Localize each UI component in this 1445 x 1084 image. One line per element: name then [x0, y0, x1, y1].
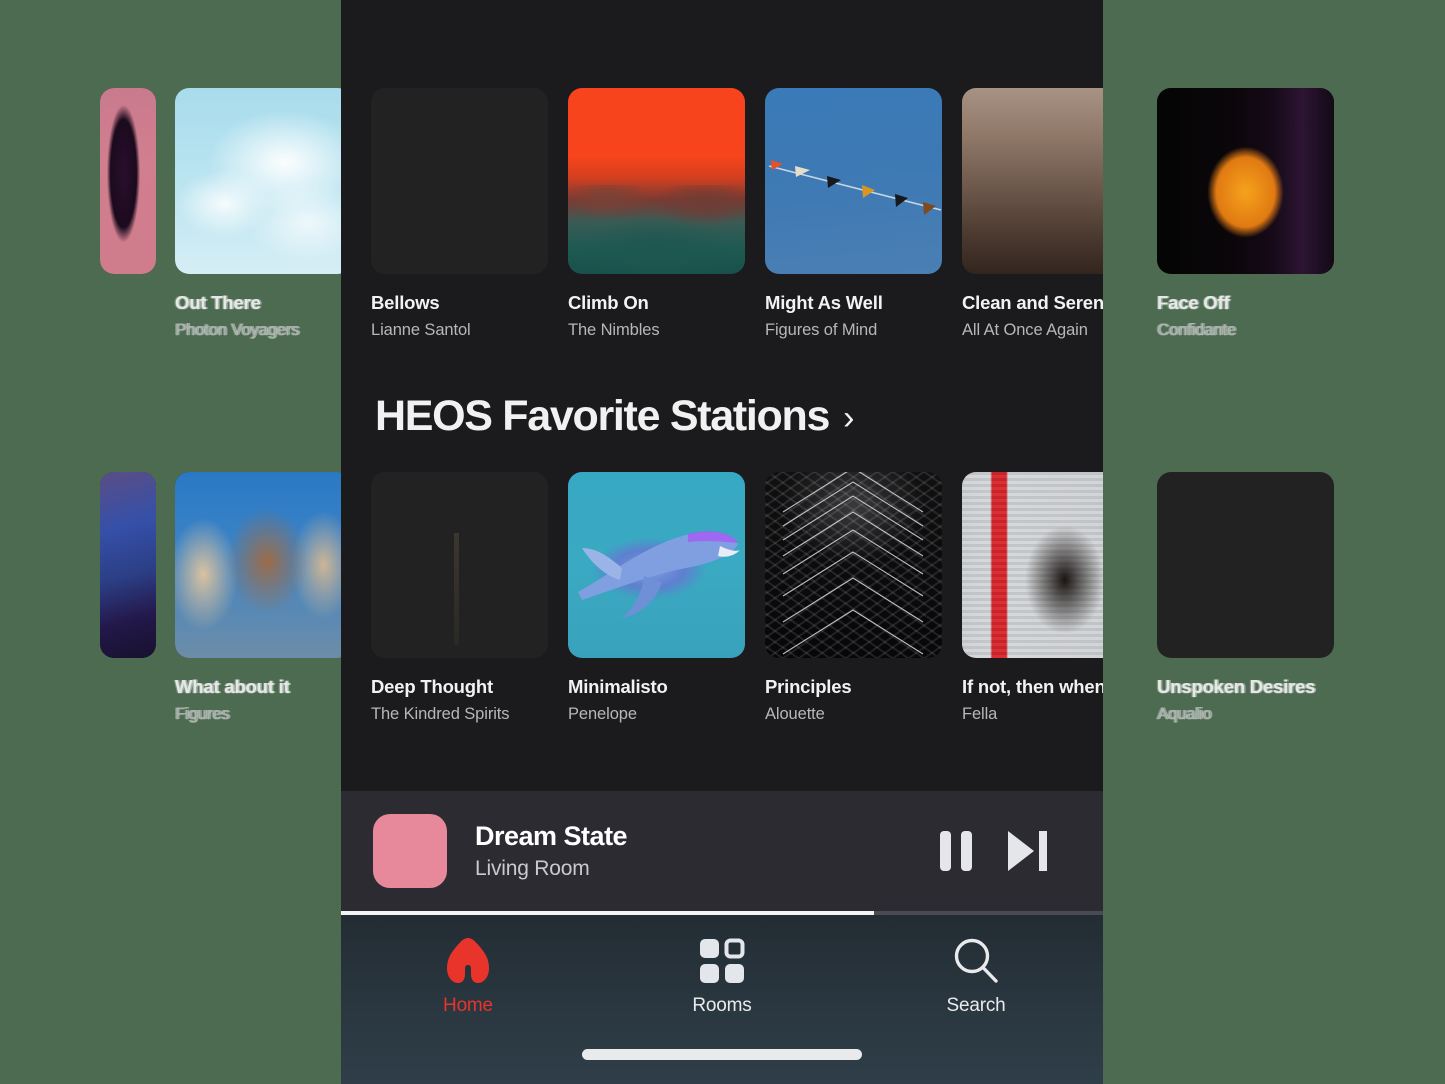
card-title: Climb On [568, 292, 649, 313]
card-artist: Fella [962, 705, 998, 723]
artwork-image [1157, 472, 1334, 658]
album-art[interactable] [568, 88, 745, 274]
now-playing-bar[interactable]: Dream State Living Room [341, 791, 1103, 911]
tab-home-label: Home [443, 995, 493, 1016]
album-art[interactable] [175, 88, 352, 274]
card-artist: Aqualio [1157, 705, 1212, 723]
search-icon [951, 935, 1001, 987]
pause-button[interactable] [940, 831, 972, 871]
card-might-as-well[interactable]: Might As Well Figures of Mind [765, 88, 942, 340]
now-playing-room: Living Room [475, 857, 590, 880]
section-title: HEOS Favorite Stations [375, 392, 830, 440]
card-deep-thought[interactable]: Deep Thought The Kindred Spirits [371, 472, 548, 724]
album-art[interactable] [371, 88, 548, 274]
now-playing-meta: Dream State Living Room [475, 821, 940, 881]
card-unspoken-desires[interactable]: Unspoken Desires Aqualio [1157, 472, 1334, 724]
card-bellows[interactable]: Bellows Lianne Santol [371, 88, 548, 340]
screenshot-root: Out There Photon Voyagers What about it … [0, 0, 1445, 1084]
bottom-tab-bar: Home Rooms Search [341, 915, 1103, 1084]
card-climb-on[interactable]: Climb On The Nimbles [568, 88, 745, 340]
artwork-image [371, 88, 548, 274]
album-art[interactable] [1157, 88, 1334, 274]
card-title: Minimalisto [568, 676, 668, 697]
card-title: Principles [765, 676, 852, 697]
card-principles[interactable]: Principles Alouette [765, 472, 942, 724]
artwork-image [100, 472, 156, 658]
album-art[interactable] [1157, 472, 1334, 658]
pause-icon-bar2 [961, 831, 972, 871]
next-track-icon [1008, 831, 1034, 871]
album-art-partial [100, 472, 156, 658]
home-indicator[interactable] [582, 1049, 862, 1060]
artwork-image [100, 88, 156, 274]
card-artist: Lianne Santol [371, 321, 471, 339]
overflow-card-left-top [100, 88, 156, 274]
now-playing-controls [940, 831, 1047, 871]
next-track-button[interactable] [1008, 831, 1047, 871]
card-clean-and-serene[interactable]: Clean and Serene All At Once Again [962, 88, 1103, 340]
album-art[interactable] [962, 88, 1103, 274]
card-minimalisto[interactable]: Minimalisto Penelope [568, 472, 745, 724]
album-art[interactable] [765, 472, 942, 658]
card-title: Bellows [371, 292, 440, 313]
tab-rooms-label: Rooms [692, 995, 752, 1016]
card-face-off[interactable]: Face Off Confidante [1157, 88, 1334, 340]
artwork-image [1157, 88, 1334, 274]
artwork-image [371, 472, 548, 658]
artwork-image [175, 88, 352, 274]
album-art[interactable] [962, 472, 1103, 658]
card-title: If not, then when? [962, 676, 1103, 697]
tab-search[interactable]: Search [849, 935, 1103, 1017]
shark-graphic [578, 531, 740, 618]
pause-icon [940, 831, 951, 871]
card-artist: The Nimbles [568, 321, 660, 339]
home-icon [442, 935, 494, 987]
phone-status-area [341, 0, 1103, 80]
section-header-heos-favorite-stations[interactable]: HEOS Favorite Stations › [375, 392, 854, 441]
artwork-image [568, 88, 745, 274]
card-what-about-it[interactable]: What about it Figures [175, 472, 352, 724]
card-out-there[interactable]: Out There Photon Voyagers [175, 88, 352, 340]
album-art-partial [100, 88, 156, 274]
chevron-stack-graphic [782, 472, 924, 655]
card-artist: Figures [175, 705, 230, 723]
overflow-card-left-bottom [100, 472, 156, 658]
card-artist: Alouette [765, 705, 825, 723]
next-track-icon-bar [1039, 831, 1047, 871]
album-art[interactable] [175, 472, 352, 658]
chevron-right-icon[interactable]: › [843, 401, 854, 435]
artwork-image [962, 88, 1103, 274]
card-artist: Penelope [568, 705, 637, 723]
card-title: Might As Well [765, 292, 883, 313]
tab-rooms[interactable]: Rooms [595, 935, 849, 1017]
now-playing-artwork[interactable] [373, 814, 447, 888]
card-artist: Figures of Mind [765, 321, 878, 339]
card-title: What about it [175, 676, 290, 697]
album-art[interactable] [568, 472, 745, 658]
card-if-not-then-when[interactable]: If not, then when? Fella [962, 472, 1103, 724]
now-playing-title: Dream State [475, 821, 628, 851]
card-artist: The Kindred Spirits [371, 705, 510, 723]
tab-home[interactable]: Home [341, 935, 595, 1017]
tab-search-label: Search [946, 995, 1006, 1016]
card-artist: Photon Voyagers [175, 321, 300, 339]
card-title: Face Off [1157, 292, 1230, 313]
card-title: Out There [175, 292, 261, 313]
flag-line-graphic [768, 160, 942, 215]
phone-frame: Bellows Lianne Santol Climb On The Nimbl… [341, 0, 1103, 1084]
artwork-image [175, 472, 352, 658]
grid-icon [699, 935, 745, 987]
card-title: Clean and Serene [962, 292, 1103, 313]
card-title: Unspoken Desires [1157, 676, 1316, 697]
artwork-image [962, 472, 1103, 658]
album-art[interactable] [371, 472, 548, 658]
card-title: Deep Thought [371, 676, 493, 697]
card-artist: All At Once Again [962, 321, 1088, 339]
card-artist: Confidante [1157, 321, 1236, 339]
album-art[interactable] [765, 88, 942, 274]
